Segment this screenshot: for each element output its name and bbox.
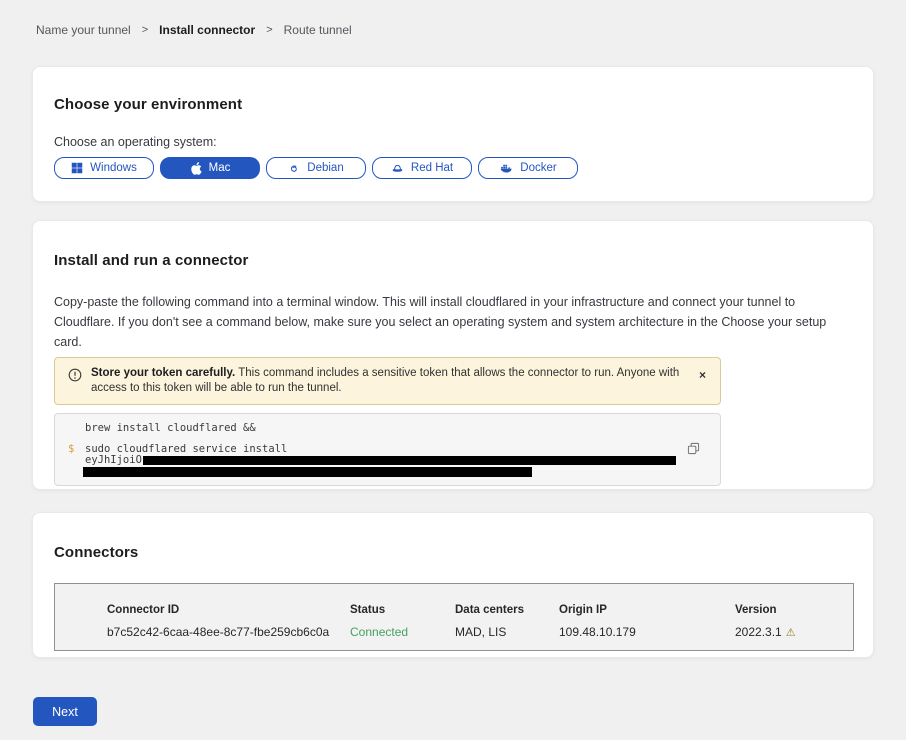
install-description: Copy-paste the following command into a …: [54, 292, 848, 352]
connector-id-value: b7c52c42-6caa-48ee-8c77-fbe259cb6c0a: [107, 625, 350, 639]
alert-circle-icon: [68, 368, 82, 382]
choose-environment-card: Choose your environment Choose an operat…: [32, 66, 874, 202]
os-select-label: Choose an operating system:: [54, 135, 852, 149]
status-badge: Connected: [350, 625, 455, 639]
col-header-origin-ip: Origin IP: [559, 604, 735, 616]
os-button-row: Windows Mac Debian: [54, 157, 852, 179]
os-button-label: Mac: [209, 162, 231, 174]
os-button-label: Red Hat: [411, 162, 453, 174]
token-warning-banner: Store your token carefully. This command…: [54, 357, 721, 405]
redacted-token-bar: [83, 467, 532, 477]
install-command-code-block: brew install cloudflared && $ sudo cloud…: [54, 413, 721, 486]
apple-icon: [190, 161, 202, 175]
code-line-sudo: $ sudo cloudflared service install: [68, 444, 720, 455]
shell-prompt: $: [68, 444, 85, 455]
col-header-status: Status: [350, 604, 455, 616]
breadcrumb-name-your-tunnel[interactable]: Name your tunnel: [36, 23, 131, 37]
breadcrumb-separator: >: [266, 24, 272, 36]
connectors-card: Connectors Connector ID Status Data cent…: [32, 512, 874, 658]
os-button-mac[interactable]: Mac: [160, 157, 260, 179]
breadcrumb-route-tunnel[interactable]: Route tunnel: [284, 23, 352, 37]
windows-icon: [71, 162, 83, 174]
connector-row: b7c52c42-6caa-48ee-8c77-fbe259cb6c0a Con…: [107, 625, 853, 639]
debian-icon: [288, 162, 300, 174]
col-header-data-centers: Data centers: [455, 604, 559, 616]
redacted-token-bar: [143, 456, 676, 465]
breadcrumb-separator: >: [142, 24, 148, 36]
connectors-table: Connector ID Status Data centers Origin …: [54, 583, 854, 651]
os-button-redhat[interactable]: Red Hat: [372, 157, 472, 179]
version-value: 2022.3.1 ⚠: [735, 625, 853, 639]
os-button-label: Docker: [520, 162, 556, 174]
code-line-token: eyJhIjoiO: [85, 455, 720, 466]
connectors-table-header: Connector ID Status Data centers Origin …: [107, 604, 853, 616]
origin-ip-value: 109.48.10.179: [559, 625, 735, 639]
col-header-connector-id: Connector ID: [107, 604, 350, 616]
version-warning-icon: ⚠: [786, 626, 796, 639]
close-icon[interactable]: ×: [699, 369, 706, 381]
docker-icon: [499, 162, 513, 174]
environment-card-title: Choose your environment: [54, 96, 852, 114]
os-button-label: Windows: [90, 162, 137, 174]
col-header-version: Version: [735, 604, 853, 616]
code-line-brew: brew install cloudflared &&: [85, 423, 720, 434]
os-button-label: Debian: [307, 162, 343, 174]
copy-icon[interactable]: [687, 442, 700, 458]
breadcrumb: Name your tunnel > Install connector > R…: [36, 23, 352, 37]
os-button-windows[interactable]: Windows: [54, 157, 154, 179]
breadcrumb-install-connector[interactable]: Install connector: [159, 23, 255, 37]
token-warning-text: Store your token carefully. This command…: [91, 366, 686, 396]
next-button[interactable]: Next: [33, 697, 97, 726]
os-button-debian[interactable]: Debian: [266, 157, 366, 179]
data-centers-value: MAD, LIS: [455, 625, 559, 639]
connectors-card-title: Connectors: [54, 544, 852, 562]
os-button-docker[interactable]: Docker: [478, 157, 578, 179]
install-connector-card: Install and run a connector Copy-paste t…: [32, 220, 874, 490]
redhat-icon: [391, 162, 404, 174]
install-card-title: Install and run a connector: [54, 252, 852, 270]
